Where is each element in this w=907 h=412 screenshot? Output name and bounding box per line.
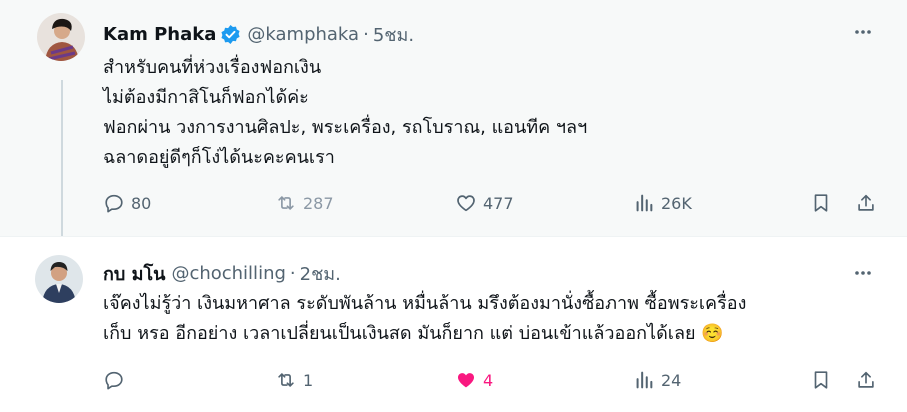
tweet-text-line: เจ๊คงไม่รู้ว่า เงินมหาศาล ระดับพันล้าน ห… — [103, 293, 747, 314]
timestamp[interactable]: 2ชม. — [300, 259, 341, 288]
avatar-photo-icon — [37, 13, 85, 61]
views-chart-icon — [636, 194, 653, 212]
heart-filled-icon — [457, 373, 475, 388]
tweet-header: Kam Phaka @kamphaka · 5ชม. — [103, 20, 414, 49]
separator-dot: · — [363, 24, 369, 45]
bookmark-button[interactable] — [810, 188, 832, 218]
like-count: 4 — [483, 370, 494, 390]
like-count: 477 — [483, 193, 514, 213]
author-name[interactable]: Kam Phaka — [103, 24, 216, 45]
avatar-photo-icon — [35, 255, 83, 303]
tweet-reply[interactable]: กบ มโน @chochilling · 2ชม. เจ๊คงไม่รู้ว่… — [0, 236, 907, 412]
views-button[interactable]: 24 — [633, 365, 681, 395]
avatar[interactable] — [37, 13, 85, 61]
repost-count: 287 — [303, 193, 334, 213]
bookmark-icon — [814, 194, 828, 212]
share-icon — [858, 194, 874, 211]
tweet-text-line: เก็บ หรอ อีกอย่าง เวลาเปลี่ยนเป็นเงินสด … — [103, 323, 724, 344]
views-count: 24 — [661, 370, 682, 390]
author-handle[interactable]: @chochilling — [171, 263, 285, 284]
timestamp[interactable]: 5ชม. — [373, 20, 414, 49]
share-button[interactable] — [855, 365, 877, 395]
author-handle[interactable]: @kamphaka — [247, 24, 359, 45]
repost-icon — [278, 196, 294, 210]
reply-button[interactable]: 80 — [103, 188, 151, 218]
tweet-text-line: ฟอกผ่าน วงการงานศิลปะ, พระเครื่อง, รถโบร… — [103, 117, 588, 138]
tweet-text-line: ฉลาดอยู่ดีๆก็โง่ได้นะคะคนเรา — [103, 147, 335, 168]
like-button[interactable]: 4 — [455, 365, 493, 395]
repost-button[interactable]: 1 — [275, 365, 313, 395]
heart-outline-icon — [457, 195, 475, 212]
reply-icon — [105, 371, 123, 390]
share-icon — [858, 371, 874, 388]
views-button[interactable]: 26K — [633, 188, 692, 218]
action-bar: 80 287 477 26K — [103, 188, 883, 218]
reply-icon — [105, 194, 123, 213]
repost-button[interactable]: 287 — [275, 188, 334, 218]
repost-icon — [278, 373, 294, 387]
bookmark-icon — [814, 371, 828, 389]
repost-count: 1 — [303, 370, 314, 390]
more-options-icon[interactable] — [851, 20, 875, 44]
bookmark-button[interactable] — [810, 365, 832, 395]
thread-connector-line — [61, 80, 63, 248]
tweet-text-line: ไม่ต้องมีกาสิโนก็ฟอกได้ค่ะ — [103, 87, 309, 108]
tweet-header: กบ มโน @chochilling · 2ชม. — [103, 259, 341, 288]
share-button[interactable] — [855, 188, 877, 218]
tweet-main[interactable]: Kam Phaka @kamphaka · 5ชม. สำหรับคนที่ห่… — [0, 0, 907, 248]
tweet-text: สำหรับคนที่ห่วงเรื่องฟอกเงินไม่ต้องมีกาส… — [103, 53, 587, 173]
views-count: 26K — [661, 193, 692, 213]
views-chart-icon — [636, 371, 653, 389]
like-button[interactable]: 477 — [455, 188, 514, 218]
tweet-text-line: สำหรับคนที่ห่วงเรื่องฟอกเงิน — [103, 57, 322, 78]
tweet-text: เจ๊คงไม่รู้ว่า เงินมหาศาล ระดับพันล้าน ห… — [103, 289, 746, 349]
avatar[interactable] — [35, 255, 83, 303]
reply-count: 80 — [131, 193, 152, 213]
verified-badge-icon — [220, 24, 241, 45]
action-bar: 1 4 24 — [103, 365, 883, 395]
author-name[interactable]: กบ มโน — [103, 259, 165, 288]
separator-dot: · — [289, 263, 296, 284]
reply-button[interactable] — [103, 365, 131, 395]
more-options-icon[interactable] — [851, 261, 875, 285]
